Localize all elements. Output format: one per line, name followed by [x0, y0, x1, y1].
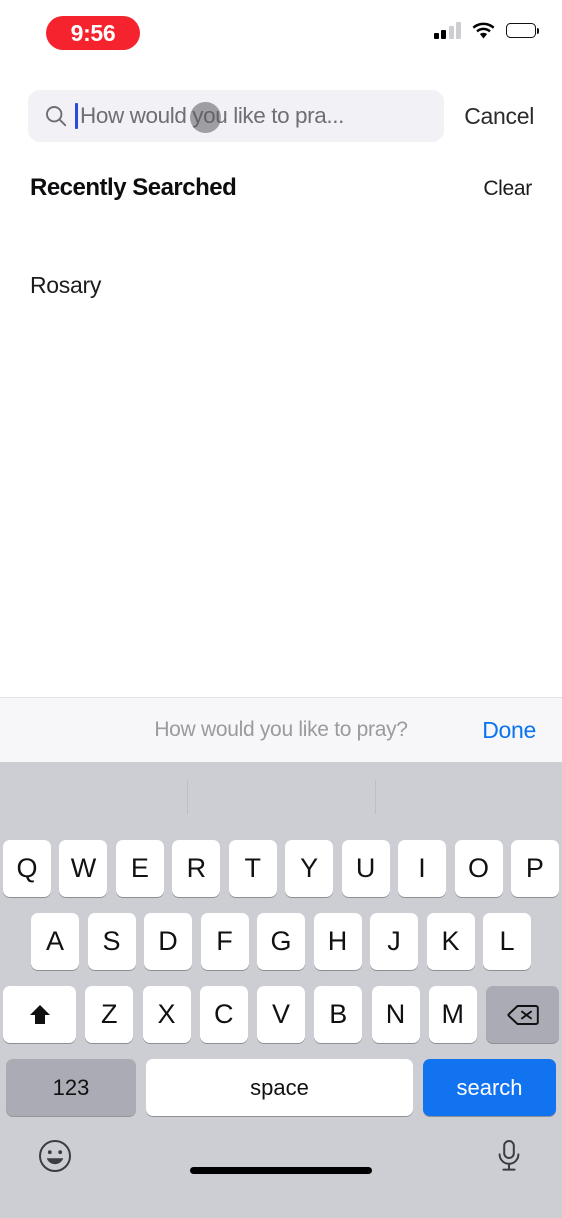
- key-f[interactable]: F: [200, 913, 249, 970]
- microphone-icon[interactable]: [494, 1139, 524, 1178]
- keyboard-row-3: Z X C V B N M: [0, 978, 562, 1051]
- key-l[interactable]: L: [483, 913, 531, 970]
- list-item[interactable]: Rosary: [0, 268, 562, 302]
- accessory-hint-text: How would you like to pray?: [154, 718, 408, 741]
- keyboard-row-4: 123 space search: [0, 1051, 562, 1124]
- delete-backspace-icon[interactable]: [486, 986, 559, 1043]
- key-q[interactable]: Q: [3, 840, 51, 897]
- home-indicator: [190, 1167, 372, 1174]
- done-button[interactable]: Done: [482, 717, 536, 744]
- key-d[interactable]: D: [144, 913, 192, 970]
- emoji-smiley-icon[interactable]: [38, 1139, 72, 1178]
- key-c[interactable]: C: [199, 986, 248, 1043]
- keyboard-row-1: Q W E R T Y U I O P: [0, 832, 562, 905]
- search-input[interactable]: How would you like to pra...: [28, 90, 445, 142]
- key-g[interactable]: G: [257, 913, 305, 970]
- key-p[interactable]: P: [510, 840, 559, 897]
- key-s[interactable]: S: [87, 913, 136, 970]
- cellular-signal-icon: [433, 22, 461, 39]
- key-x[interactable]: X: [142, 986, 191, 1043]
- key-h[interactable]: H: [313, 913, 362, 970]
- predictive-text-bar: [0, 762, 562, 832]
- shift-key-icon[interactable]: [3, 986, 76, 1043]
- predictive-divider: [375, 780, 376, 814]
- key-n[interactable]: N: [371, 986, 420, 1043]
- key-z[interactable]: Z: [85, 986, 134, 1043]
- search-bar: How would you like to pra... Cancel: [0, 88, 562, 144]
- key-o[interactable]: O: [454, 840, 503, 897]
- key-u[interactable]: U: [341, 840, 390, 897]
- space-key[interactable]: space: [146, 1059, 413, 1116]
- status-bar: 9:56: [0, 0, 562, 66]
- recently-searched-list: Rosary: [0, 268, 562, 302]
- key-j[interactable]: J: [370, 913, 418, 970]
- battery-icon: [506, 23, 540, 38]
- status-bar-time-pill[interactable]: 9:56: [46, 16, 140, 50]
- clear-button[interactable]: Clear: [483, 177, 532, 201]
- key-v[interactable]: V: [257, 986, 305, 1043]
- key-r[interactable]: R: [172, 840, 221, 897]
- search-icon: [44, 104, 68, 128]
- predictive-divider: [187, 780, 188, 814]
- key-i[interactable]: I: [398, 840, 447, 897]
- key-k[interactable]: K: [426, 913, 475, 970]
- key-t[interactable]: T: [228, 840, 277, 897]
- search-return-key[interactable]: search: [423, 1059, 556, 1116]
- key-e[interactable]: E: [115, 840, 164, 897]
- key-w[interactable]: W: [59, 840, 108, 897]
- keyboard-accessory-bar: How would you like to pray? Done: [0, 697, 562, 762]
- on-screen-keyboard: Q W E R T Y U I O P A S D F G H J K L Z …: [0, 762, 562, 1218]
- key-m[interactable]: M: [428, 986, 477, 1043]
- touch-point-indicator: [190, 102, 221, 133]
- key-y[interactable]: Y: [285, 840, 334, 897]
- page-title: Recently Searched: [30, 174, 237, 201]
- wifi-icon: [472, 22, 495, 39]
- numbers-key[interactable]: 123: [6, 1059, 136, 1116]
- key-b[interactable]: B: [314, 986, 363, 1043]
- cancel-button[interactable]: Cancel: [464, 103, 534, 130]
- keyboard-row-2: A S D F G H J K L: [0, 905, 562, 978]
- status-bar-indicators: [433, 22, 540, 39]
- key-a[interactable]: A: [31, 913, 79, 970]
- keyboard-bottom-row: [0, 1124, 562, 1192]
- status-bar-time: 9:56: [70, 19, 116, 46]
- recently-searched-header: Recently Searched Clear: [0, 174, 562, 202]
- text-cursor: [75, 103, 78, 129]
